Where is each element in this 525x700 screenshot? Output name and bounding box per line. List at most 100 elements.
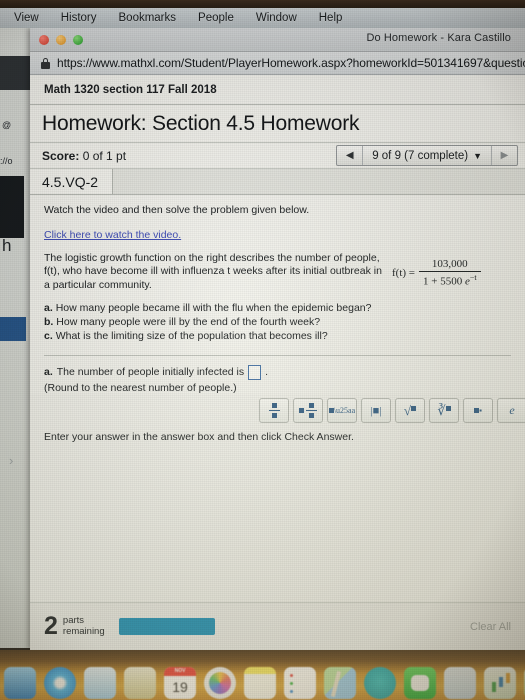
menu-item-help[interactable]: Help — [319, 12, 343, 24]
answer-block: a. The number of people initially infect… — [30, 355, 525, 394]
numbers-icon[interactable] — [484, 667, 516, 699]
parts-remaining-indicator: 2 parts remaining — [44, 614, 105, 639]
background-window-dark-band-top — [0, 56, 30, 90]
question-part-a-letter: a. — [44, 302, 53, 315]
screen-bezel — [0, 0, 525, 8]
question-tab-row: 4.5.VQ-2 — [30, 169, 525, 195]
macos-dock: NOV 19 — [0, 664, 525, 700]
question-part-c: c. What is the limiting size of the popu… — [44, 330, 511, 344]
question-part-b: b. How many people were ill by the end o… — [44, 316, 511, 330]
answer-trailing-period: . — [265, 366, 269, 379]
formula-denominator-exponent: −t — [469, 273, 477, 282]
formula-denominator: 1 + 5500 e−t — [419, 272, 481, 288]
mixed-fraction-button[interactable] — [293, 398, 323, 423]
mail-icon[interactable] — [84, 667, 116, 699]
score-bar: Score: 0 of 1 pt ◀ 9 of 9 (7 complete) ▼… — [30, 143, 525, 169]
formula-fraction: 103,000 1 + 5500 e−t — [419, 258, 481, 288]
question-part-a: a. How many people became ill with the f… — [44, 302, 511, 316]
tab-question-id[interactable]: 4.5.VQ-2 — [30, 169, 114, 195]
logistic-growth-formula: f(t) = 103,000 1 + 5500 e−t — [392, 258, 481, 288]
previous-question-button[interactable]: ◀ — [337, 146, 364, 165]
answer-prompt-row: a. The number of people initially infect… — [44, 364, 511, 380]
score-label: Score: — [42, 148, 80, 163]
parts-remaining-count: 2 — [44, 612, 58, 640]
nth-root-button[interactable]: ∛ — [429, 398, 459, 423]
problem-statement: The logistic growth function on the righ… — [44, 252, 382, 291]
macbook-screen-photo: View History Bookmarks People Window Hel… — [0, 0, 525, 700]
chevron-down-icon: ▼ — [473, 150, 482, 161]
clear-all-button[interactable]: Clear All — [470, 621, 511, 633]
background-window-blue-highlight — [0, 317, 26, 341]
fraction-button[interactable] — [259, 398, 289, 423]
e-constant-button[interactable]: e — [497, 398, 525, 423]
appstore-icon[interactable] — [444, 667, 476, 699]
e-constant-glyph: e — [509, 403, 515, 417]
background-window-dark-band-mid — [0, 176, 24, 238]
score-value: 0 of 1 pt — [82, 148, 127, 163]
url-text: https://www.mathxl.com/Student/PlayerHom… — [57, 56, 525, 70]
problem-row: The logistic growth function on the righ… — [44, 252, 511, 292]
question-part-c-letter: c. — [44, 330, 53, 343]
formula-lhs: f(t) = — [392, 266, 415, 279]
menu-item-window[interactable]: Window — [256, 12, 297, 24]
section-divider — [44, 354, 511, 356]
question-part-b-text: How many people were ill by the end of t… — [56, 316, 321, 329]
answer-input-box[interactable] — [248, 364, 262, 380]
minimize-window-icon[interactable] — [56, 34, 66, 45]
maps-icon[interactable] — [324, 667, 356, 699]
safari-icon[interactable] — [44, 667, 76, 699]
parts-remaining-label: parts remaining — [62, 614, 105, 637]
photos-icon[interactable] — [204, 667, 236, 699]
hint-text: Enter your answer in the answer box and … — [44, 431, 354, 443]
question-part-b-letter: b. — [44, 316, 54, 329]
safari-browser-window: Do Homework - Kara Castillo https://www.… — [30, 28, 525, 650]
browser-title-bar: Do Homework - Kara Castillo — [30, 28, 525, 52]
messages-icon[interactable] — [404, 667, 436, 699]
menu-item-history[interactable]: History — [61, 12, 97, 24]
background-window-text-fragment-2: ://o — [0, 156, 13, 166]
chevron-right-icon[interactable]: › — [9, 453, 13, 468]
menu-item-bookmarks[interactable]: Bookmarks — [119, 12, 177, 24]
question-footer: 2 parts remaining Clear All — [30, 602, 525, 650]
parts-remaining-label-line1: parts — [62, 614, 85, 626]
question-instruction: Watch the video and then solve the probl… — [44, 204, 310, 216]
lock-icon — [41, 57, 50, 69]
finder-icon[interactable] — [4, 667, 36, 699]
square-root-button[interactable]: √ — [395, 398, 425, 423]
macos-menu-bar: View History Bookmarks People Window Hel… — [0, 8, 525, 28]
reminders-icon[interactable] — [284, 667, 316, 699]
notes-icon[interactable] — [244, 667, 276, 699]
question-parts-list: a. How many people became ill with the f… — [44, 302, 511, 344]
course-header: Math 1320 section 117 Fall 2018 — [30, 75, 525, 105]
background-window-text-fragment-1: @ — [2, 120, 12, 130]
close-window-icon[interactable] — [39, 34, 49, 45]
homework-title-bar: Homework: Section 4.5 Homework — [30, 105, 525, 143]
menu-item-view[interactable]: View — [14, 12, 39, 24]
course-title: Math 1320 section 117 Fall 2018 — [44, 83, 217, 96]
question-part-c-text: What is the limiting size of the populat… — [55, 330, 328, 343]
menu-item-people[interactable]: People — [198, 12, 234, 24]
next-question-button[interactable]: ▶ — [491, 146, 517, 165]
watch-video-link[interactable]: Click here to watch the video. — [44, 229, 181, 241]
answer-prompt-text: The number of people initially infected … — [56, 366, 245, 379]
check-answer-button[interactable] — [118, 618, 215, 635]
facetime-icon[interactable] — [364, 667, 396, 699]
background-window-sliver[interactable]: @ ://o h › — [0, 28, 30, 648]
formula-numerator: 103,000 — [431, 258, 468, 270]
pages-icon[interactable] — [124, 667, 156, 699]
calendar-icon[interactable]: NOV 19 — [164, 667, 196, 699]
question-body: Watch the video and then solve the probl… — [30, 195, 525, 356]
exponent-button[interactable]: \u25aa — [327, 398, 357, 423]
browser-address-bar[interactable]: https://www.mathxl.com/Student/PlayerHom… — [30, 52, 525, 75]
browser-window-title: Do Homework - Kara Castillo — [366, 32, 511, 44]
parts-remaining-label-line2: remaining — [62, 625, 105, 637]
maximize-window-icon[interactable] — [73, 34, 83, 45]
score-text: Score: 0 of 1 pt — [42, 149, 126, 163]
answer-part-letter: a. — [44, 366, 53, 379]
mathxl-page: Math 1320 section 117 Fall 2018 Homework… — [30, 75, 525, 650]
question-position-dropdown[interactable]: 9 of 9 (7 complete) ▼ — [363, 146, 491, 165]
question-navigator: ◀ 9 of 9 (7 complete) ▼ ▶ — [336, 145, 518, 166]
subscript-button[interactable]: ▪ — [463, 398, 493, 423]
question-position-label: 9 of 9 (7 complete) — [372, 149, 469, 162]
absolute-value-button[interactable]: |■| — [361, 398, 391, 423]
